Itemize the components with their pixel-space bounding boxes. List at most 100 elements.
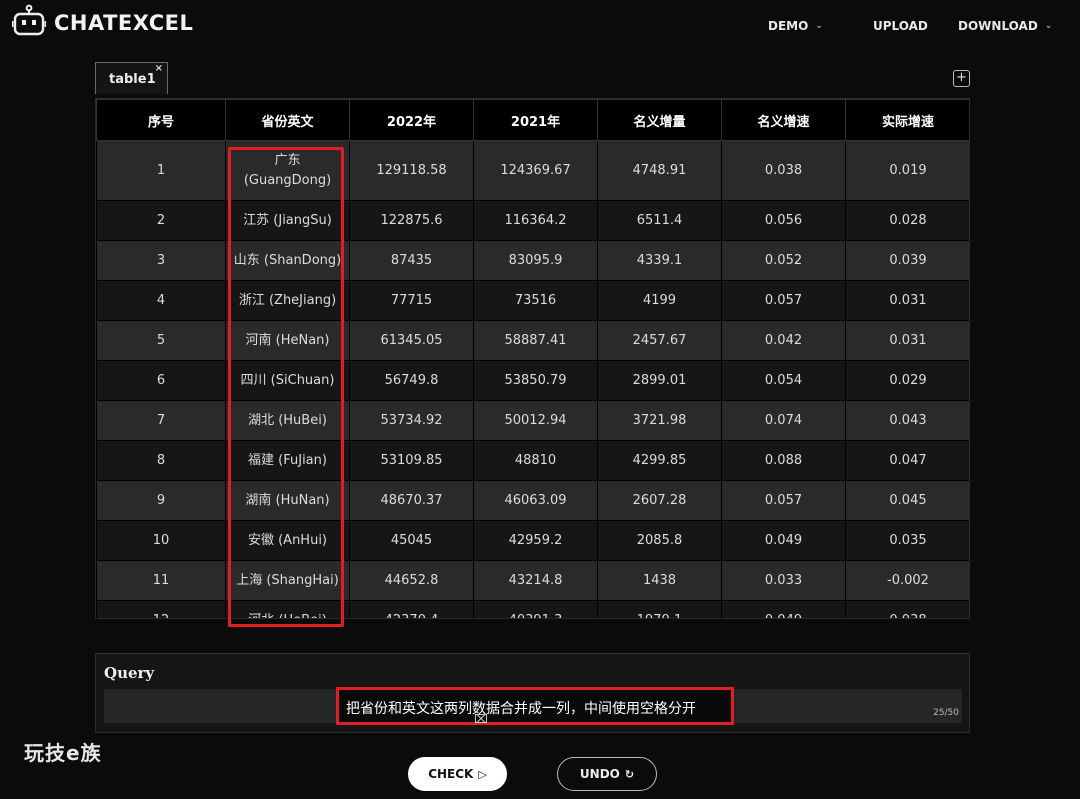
table-cell[interactable]: 0.049 <box>721 600 846 618</box>
table-cell[interactable]: 上海 (ShangHai) <box>225 560 350 601</box>
table-cell[interactable]: 0.035 <box>845 520 969 561</box>
table-cell[interactable]: 1 <box>96 140 226 201</box>
table-cell[interactable]: 0.033 <box>721 560 846 601</box>
table-cell[interactable]: 2 <box>96 200 226 241</box>
table-cell[interactable]: 0.028 <box>845 200 969 241</box>
table-cell[interactable]: 61345.05 <box>349 320 474 361</box>
tab-table1[interactable]: table1 × <box>95 62 168 94</box>
table-cell[interactable]: 0.049 <box>721 520 846 561</box>
table-cell[interactable]: 12 <box>96 600 226 618</box>
table-cell[interactable]: 0.042 <box>721 320 846 361</box>
table-cell[interactable]: 广东 (GuangDong) <box>225 140 350 201</box>
table-cell[interactable]: 87435 <box>349 240 474 281</box>
table-cell[interactable]: 56749.8 <box>349 360 474 401</box>
column-header[interactable]: 序号 <box>96 99 226 141</box>
table-cell[interactable]: 44652.8 <box>349 560 474 601</box>
table-cell[interactable]: 江苏 (JiangSu) <box>225 200 350 241</box>
table-cell[interactable]: 129118.58 <box>349 140 474 201</box>
table-cell[interactable]: 3 <box>96 240 226 281</box>
table-cell[interactable]: 0.039 <box>845 240 969 281</box>
table-cell[interactable]: 0.029 <box>845 360 969 401</box>
table-cell[interactable]: 0.057 <box>721 480 846 521</box>
table-cell[interactable]: -0.002 <box>845 560 969 601</box>
table-cell[interactable]: 10 <box>96 520 226 561</box>
table-cell[interactable]: 0.038 <box>721 140 846 201</box>
table-cell[interactable]: 40391.3 <box>473 600 598 618</box>
table-cell[interactable]: 8 <box>96 440 226 481</box>
table-cell[interactable]: 11 <box>96 560 226 601</box>
table-cell[interactable]: 2085.8 <box>597 520 722 561</box>
table-cell[interactable]: 0.019 <box>845 140 969 201</box>
table-cell[interactable]: 1438 <box>597 560 722 601</box>
column-header[interactable]: 2022年 <box>349 99 474 141</box>
column-header[interactable]: 2021年 <box>473 99 598 141</box>
table-cell[interactable]: 湖北 (HuBei) <box>225 400 350 441</box>
add-tab-icon[interactable]: + <box>953 70 970 87</box>
table-cell[interactable]: 湖南 (HuNan) <box>225 480 350 521</box>
table-cell[interactable]: 河北 (HeBei) <box>225 600 350 618</box>
table-cell[interactable]: 4199 <box>597 280 722 321</box>
table-cell[interactable]: 53109.85 <box>349 440 474 481</box>
table-cell[interactable]: 9 <box>96 480 226 521</box>
table-cell[interactable]: 124369.67 <box>473 140 598 201</box>
close-icon[interactable]: × <box>155 63 163 74</box>
table-cell[interactable]: 河南 (HeNan) <box>225 320 350 361</box>
check-button[interactable]: CHECK ▷ <box>408 757 507 791</box>
table-cell[interactable]: 42959.2 <box>473 520 598 561</box>
table-cell[interactable]: 77715 <box>349 280 474 321</box>
table-cell[interactable]: 116364.2 <box>473 200 598 241</box>
table-cell[interactable]: 安徽 (AnHui) <box>225 520 350 561</box>
table-cell[interactable]: 43214.8 <box>473 560 598 601</box>
table-cell[interactable]: 0.088 <box>721 440 846 481</box>
table-cell[interactable]: 2607.28 <box>597 480 722 521</box>
table-cell[interactable]: 53850.79 <box>473 360 598 401</box>
table-cell[interactable]: 0.057 <box>721 280 846 321</box>
table-cell[interactable]: 6 <box>96 360 226 401</box>
table-cell[interactable]: 山东 (ShanDong) <box>225 240 350 281</box>
table-cell[interactable]: 4748.91 <box>597 140 722 201</box>
table-cell[interactable]: 0.043 <box>845 400 969 441</box>
table-cell[interactable]: 0.047 <box>845 440 969 481</box>
table-cell[interactable]: 0.052 <box>721 240 846 281</box>
table-cell[interactable]: 6511.4 <box>597 200 722 241</box>
column-header[interactable]: 省份英文 <box>225 99 350 141</box>
table-cell[interactable]: 48810 <box>473 440 598 481</box>
table-cell[interactable]: 45045 <box>349 520 474 561</box>
table-cell[interactable]: 5 <box>96 320 226 361</box>
column-header[interactable]: 名义增量 <box>597 99 722 141</box>
table-cell[interactable]: 浙江 (ZheJiang) <box>225 280 350 321</box>
table-cell[interactable]: 0.038 <box>845 600 969 618</box>
table-cell[interactable]: 0.045 <box>845 480 969 521</box>
nav-demo[interactable]: DEMO ⌄ <box>768 19 823 33</box>
query-input[interactable]: 把省份和英文这两列数据合并成一列，中间使用空格分开 <box>336 687 734 725</box>
table-cell[interactable]: 4299.85 <box>597 440 722 481</box>
table-cell[interactable]: 48670.37 <box>349 480 474 521</box>
table-cell[interactable]: 42370.4 <box>349 600 474 618</box>
table-cell[interactable]: 0.031 <box>845 280 969 321</box>
table-cell[interactable]: 3721.98 <box>597 400 722 441</box>
table-cell[interactable]: 四川 (SiChuan) <box>225 360 350 401</box>
table-cell[interactable]: 1979.1 <box>597 600 722 618</box>
table-cell[interactable]: 122875.6 <box>349 200 474 241</box>
table-cell[interactable]: 2899.01 <box>597 360 722 401</box>
nav-download[interactable]: DOWNLOAD ⌄ <box>958 19 1052 33</box>
table-cell[interactable]: 73516 <box>473 280 598 321</box>
table-cell[interactable]: 83095.9 <box>473 240 598 281</box>
table-cell[interactable]: 0.031 <box>845 320 969 361</box>
table-cell[interactable]: 58887.41 <box>473 320 598 361</box>
table-cell[interactable]: 46063.09 <box>473 480 598 521</box>
table-cell[interactable]: 50012.94 <box>473 400 598 441</box>
column-header[interactable]: 实际增速 <box>845 99 969 141</box>
table-cell[interactable]: 2457.67 <box>597 320 722 361</box>
table-cell[interactable]: 7 <box>96 400 226 441</box>
undo-button[interactable]: UNDO ↻ <box>557 757 657 791</box>
table-cell[interactable]: 0.056 <box>721 200 846 241</box>
app-logo[interactable]: CHATEXCEL <box>11 4 193 42</box>
table-cell[interactable]: 4339.1 <box>597 240 722 281</box>
table-cell[interactable]: 0.074 <box>721 400 846 441</box>
table-cell[interactable]: 53734.92 <box>349 400 474 441</box>
column-header[interactable]: 名义增速 <box>721 99 846 141</box>
table-cell[interactable]: 4 <box>96 280 226 321</box>
table-cell[interactable]: 福建 (FuJian) <box>225 440 350 481</box>
table-cell[interactable]: 0.054 <box>721 360 846 401</box>
